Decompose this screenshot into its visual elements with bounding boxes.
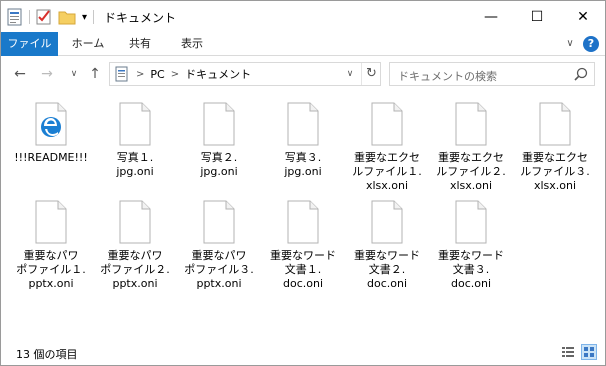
back-button[interactable]: ← (10, 64, 30, 84)
address-dropdown-icon[interactable]: ∨ (340, 63, 360, 85)
tab-home[interactable]: ホーム (63, 32, 113, 56)
large-icons-view-icon[interactable] (581, 344, 597, 360)
file-name: 写真３. jpg.oni (284, 151, 322, 178)
blank-file-icon (371, 200, 403, 244)
file-item[interactable]: 写真３. jpg.oni (263, 102, 343, 179)
forward-button[interactable]: → (37, 64, 57, 84)
file-item[interactable]: 重要なワード 文書３. doc.oni (431, 200, 511, 291)
file-item[interactable]: 重要なパワ ポファイル２. pptx.oni (95, 200, 175, 291)
explorer-window: ▾ ドキュメント — ☐ ✕ ファイル ホーム 共有 表示 ∨ ? ← → ∨ … (0, 0, 606, 366)
close-button[interactable]: ✕ (560, 1, 605, 32)
tab-share[interactable]: 共有 (115, 32, 165, 56)
checklist-icon[interactable] (36, 8, 52, 26)
file-name: 重要なエクセ ルファイル２. xlsx.oni (436, 151, 506, 192)
recent-locations-icon[interactable]: ∨ (64, 64, 84, 84)
file-item[interactable]: 写真２. jpg.oni (179, 102, 259, 179)
help-icon[interactable]: ? (583, 36, 599, 52)
file-item[interactable]: 重要なパワ ポファイル３. pptx.oni (179, 200, 259, 291)
window-title: ドキュメント (104, 11, 177, 25)
item-count: 13 個の項目 (16, 348, 78, 361)
file-list: !!!README!!! 写真１. jpg.oni 写真２. jpg.oni 写… (1, 92, 605, 339)
details-view-icon[interactable] (561, 345, 575, 359)
address-bar[interactable]: > PC > ドキュメント ∨ ↻ (109, 62, 381, 86)
blank-file-icon (119, 200, 151, 244)
file-item[interactable]: 重要なエクセ ルファイル３. xlsx.oni (515, 102, 595, 193)
search-placeholder: ドキュメントの検索 (398, 70, 497, 83)
tab-file[interactable]: ファイル (1, 32, 58, 56)
documents-folder-icon (115, 66, 128, 82)
blank-file-icon (287, 200, 319, 244)
navigation-bar: ← → ∨ ↑ > PC > ドキュメント ∨ ↻ ドキュメントの検索 (1, 56, 605, 92)
blank-file-icon (455, 102, 487, 146)
blank-file-icon (287, 102, 319, 146)
file-item[interactable]: 重要なワード 文書２. doc.oni (347, 200, 427, 291)
minimize-button[interactable]: — (468, 1, 514, 32)
properties-icon[interactable] (7, 8, 23, 26)
search-box[interactable]: ドキュメントの検索 (389, 62, 595, 86)
toolbar-separator (29, 10, 30, 24)
file-item[interactable]: 写真１. jpg.oni (95, 102, 175, 179)
file-name: 重要なワード 文書２. doc.oni (354, 249, 420, 290)
blank-file-icon (455, 200, 487, 244)
file-name: 重要なパワ ポファイル３. pptx.oni (184, 249, 254, 290)
file-name: 写真２. jpg.oni (200, 151, 238, 178)
breadcrumb-pc[interactable]: PC (150, 68, 164, 81)
up-button[interactable]: ↑ (85, 64, 105, 84)
breadcrumb-documents[interactable]: ドキュメント (185, 66, 251, 82)
search-icon[interactable] (574, 67, 588, 81)
file-item-readme[interactable]: !!!README!!! (11, 102, 91, 165)
quick-access-toolbar: ▾ (7, 7, 95, 27)
blank-file-icon (35, 200, 67, 244)
file-name: !!!README!!! (14, 151, 88, 164)
blank-file-icon (119, 102, 151, 146)
edge-html-file-icon (35, 102, 67, 146)
file-item[interactable]: 重要なワード 文書１. doc.oni (263, 200, 343, 291)
blank-file-icon (539, 102, 571, 146)
blank-file-icon (203, 200, 235, 244)
toolbar-separator (93, 10, 95, 24)
title-bar: ▾ ドキュメント — ☐ ✕ (1, 1, 605, 32)
blank-file-icon (203, 102, 235, 146)
breadcrumb-separator-icon: > (170, 68, 180, 80)
expand-ribbon-icon[interactable]: ∨ (563, 37, 577, 51)
quick-access-dropdown-icon[interactable]: ▾ (82, 12, 87, 23)
file-item[interactable]: 重要なエクセ ルファイル２. xlsx.oni (431, 102, 511, 193)
file-item[interactable]: 重要なエクセ ルファイル１. xlsx.oni (347, 102, 427, 193)
breadcrumb-separator-icon: > (136, 68, 145, 80)
file-name: 重要なパワ ポファイル２. pptx.oni (100, 249, 170, 290)
file-name: 写真１. jpg.oni (116, 151, 154, 178)
file-name: 重要なエクセ ルファイル１. xlsx.oni (352, 151, 422, 192)
tab-view[interactable]: 表示 (167, 32, 217, 56)
file-name: 重要なワード 文書１. doc.oni (270, 249, 336, 290)
ribbon-tabs: ファイル ホーム 共有 表示 ∨ ? (1, 32, 605, 56)
status-bar: 13 個の項目 (1, 339, 605, 365)
maximize-button[interactable]: ☐ (514, 1, 560, 32)
new-folder-icon[interactable] (58, 9, 76, 25)
file-name: 重要なパワ ポファイル１. pptx.oni (16, 249, 86, 290)
blank-file-icon (371, 102, 403, 146)
file-name: 重要なワード 文書３. doc.oni (438, 249, 504, 290)
file-name: 重要なエクセ ルファイル３. xlsx.oni (520, 151, 590, 192)
file-item[interactable]: 重要なパワ ポファイル１. pptx.oni (11, 200, 91, 291)
refresh-button[interactable]: ↻ (361, 63, 381, 85)
